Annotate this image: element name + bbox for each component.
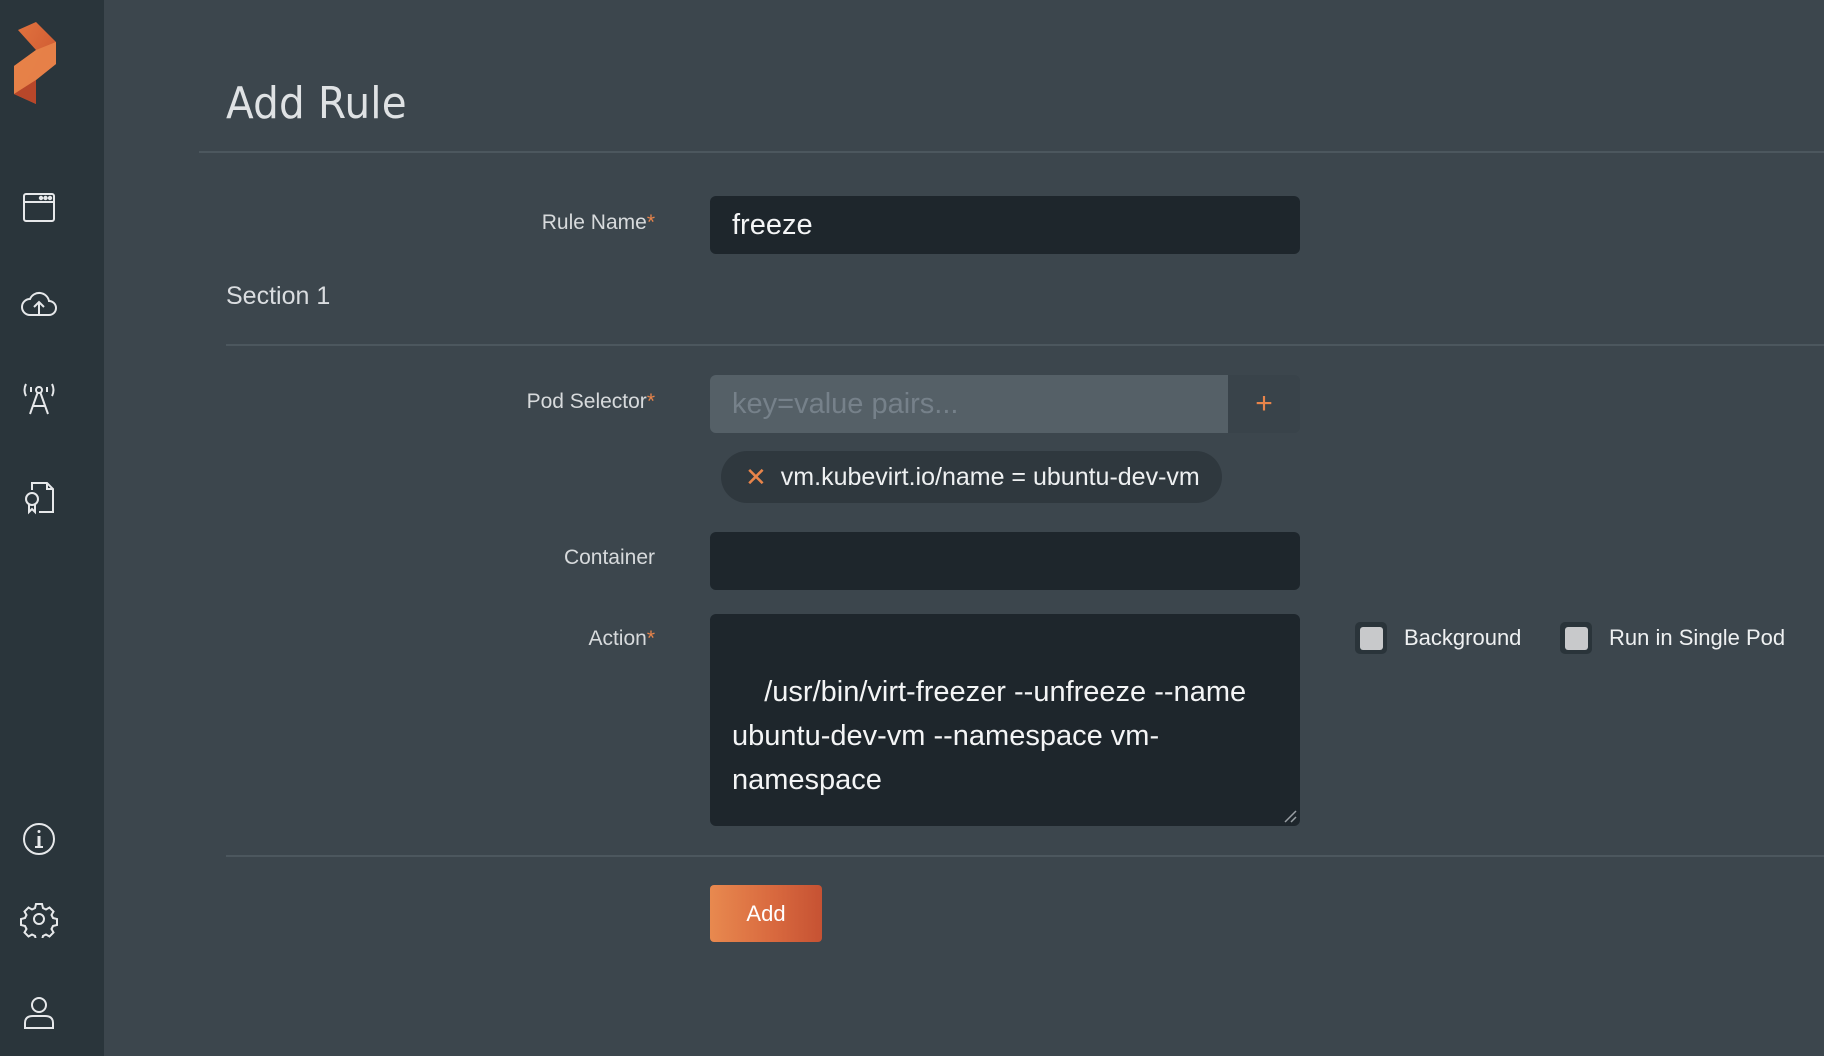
resize-handle-icon[interactable] bbox=[1283, 809, 1297, 823]
add-button[interactable]: Add bbox=[710, 885, 822, 942]
plus-icon: + bbox=[1255, 387, 1273, 420]
cloud-upload-icon bbox=[21, 291, 57, 316]
required-mark: * bbox=[646, 627, 655, 650]
sidebar-item-clusters[interactable] bbox=[20, 381, 58, 419]
action-value: /usr/bin/virt-freezer --unfreeze --name … bbox=[732, 676, 1255, 796]
run-in-single-pod-checkbox[interactable] bbox=[1560, 622, 1592, 654]
sidebar-item-backups[interactable] bbox=[20, 286, 58, 324]
run-in-single-pod-option[interactable]: Run in Single Pod bbox=[1560, 622, 1785, 654]
rule-name-value: freeze bbox=[732, 208, 813, 241]
background-option[interactable]: Background bbox=[1355, 622, 1521, 654]
title-divider bbox=[199, 151, 1824, 153]
container-label-text: Container bbox=[563, 546, 655, 569]
rule-name-label-text: Rule Name bbox=[541, 211, 647, 234]
sidebar bbox=[0, 0, 104, 1056]
antenna-tower-icon bbox=[23, 383, 55, 415]
run-in-single-pod-label: Run in Single Pod bbox=[1609, 625, 1786, 650]
main-content: Add Rule Rule Name* freeze Section 1 Pod… bbox=[104, 0, 1824, 1056]
section-title: Section 1 bbox=[226, 282, 331, 310]
certificate-document-icon bbox=[25, 482, 54, 515]
form-footer-divider bbox=[226, 855, 1824, 857]
chip-text: vm.kubevirt.io/name = ubuntu-dev-vm bbox=[780, 462, 1200, 491]
portworx-logo[interactable] bbox=[14, 22, 64, 104]
pod-selector-placeholder: key=value pairs... bbox=[732, 387, 959, 420]
required-mark: * bbox=[646, 211, 655, 234]
pod-selector-input[interactable]: key=value pairs... bbox=[710, 375, 1228, 433]
user-icon bbox=[24, 997, 54, 1029]
add-pod-selector-button[interactable]: + bbox=[1228, 375, 1300, 433]
action-textarea[interactable]: /usr/bin/virt-freezer --unfreeze --name … bbox=[710, 614, 1300, 826]
sidebar-item-profile[interactable] bbox=[20, 994, 58, 1032]
action-label: Action* bbox=[588, 627, 655, 651]
section-divider bbox=[226, 344, 1824, 346]
sidebar-item-certificates[interactable] bbox=[20, 478, 58, 516]
sidebar-item-applications[interactable] bbox=[20, 189, 58, 227]
rule-name-input[interactable]: freeze bbox=[710, 196, 1300, 254]
sidebar-item-settings[interactable] bbox=[20, 900, 58, 938]
remove-chip-icon[interactable]: ✕ bbox=[745, 464, 767, 490]
page-title: Add Rule bbox=[226, 78, 407, 129]
container-input[interactable] bbox=[710, 532, 1300, 590]
background-checkbox[interactable] bbox=[1355, 622, 1387, 654]
pod-selector-label: Pod Selector* bbox=[527, 390, 655, 414]
sidebar-item-info[interactable] bbox=[20, 820, 58, 858]
info-icon bbox=[23, 823, 55, 855]
gear-icon bbox=[20, 903, 58, 938]
pod-selector-label-text: Pod Selector bbox=[526, 390, 647, 413]
background-label: Background bbox=[1404, 625, 1522, 650]
container-label: Container bbox=[564, 546, 655, 570]
required-mark: * bbox=[646, 390, 655, 413]
rule-name-label: Rule Name* bbox=[542, 211, 655, 235]
action-label-text: Action bbox=[588, 627, 647, 650]
pod-selector-chip: ✕ vm.kubevirt.io/name = ubuntu-dev-vm bbox=[721, 451, 1222, 503]
browser-window-icon bbox=[23, 193, 55, 222]
